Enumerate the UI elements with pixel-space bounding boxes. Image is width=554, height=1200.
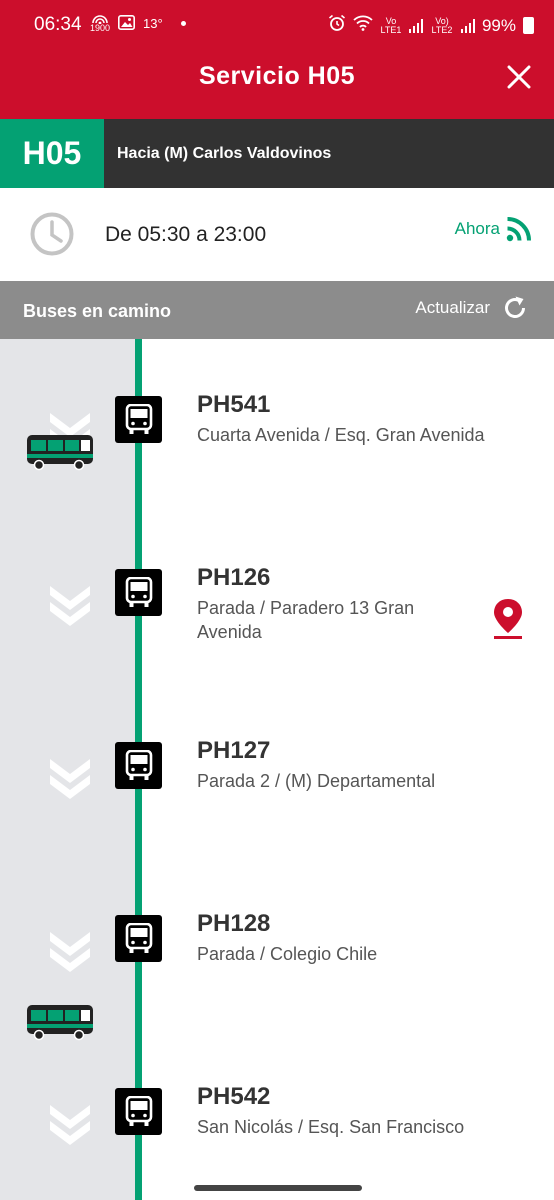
hotspot-label: 1900 [90, 23, 111, 33]
bus-stop-icon[interactable] [115, 1088, 162, 1135]
stop-name: Cuarta Avenida / Esq. Gran Avenida [197, 425, 485, 445]
stop-name: San Nicolás / Esq. San Francisco [197, 1117, 465, 1137]
now-label: Ahora [454, 219, 500, 238]
alarm-icon [328, 14, 346, 37]
close-button[interactable] [506, 64, 532, 90]
stop-code: PH127 [197, 737, 271, 764]
battery-icon [523, 17, 534, 34]
now-button[interactable]: Ahora [455, 216, 532, 242]
stop-code: PH128 [197, 910, 271, 937]
close-icon [507, 65, 531, 89]
section-title: Buses en camino [23, 301, 172, 321]
wifi-icon [353, 15, 373, 36]
stop-name: Parada / Colegio Chile [197, 944, 378, 964]
chevron-down-icon [50, 586, 90, 626]
route-destination: Hacia (M) Carlos Valdovinos [117, 144, 332, 162]
location-pin-icon[interactable] [492, 598, 524, 640]
bus-stop-icon[interactable] [115, 569, 162, 616]
chevron-down-icon [50, 759, 90, 799]
bus-stop-icon[interactable] [115, 742, 162, 789]
stop-code: PH542 [197, 1083, 271, 1110]
list-item[interactable]: PH127 Parada 2 / (M) Departamental [0, 685, 554, 858]
signal-1-icon [408, 18, 423, 33]
refresh-label: Actualizar [415, 298, 490, 317]
list-item[interactable]: PH541 Cuarta Avenida / Esq. Gran Avenida [0, 339, 554, 512]
status-temperature: 13° [143, 16, 163, 31]
stop-list: PH541 Cuarta Avenida / Esq. Gran Avenida… [0, 339, 554, 1200]
dot-icon [180, 21, 186, 26]
buses-section-header: Buses en camino Actualizar [0, 281, 554, 339]
clock-icon [30, 212, 74, 256]
gesture-bar[interactable] [194, 1185, 362, 1191]
stop-code: PH541 [197, 391, 271, 418]
hotspot-icon: 1900 [90, 14, 110, 33]
schedule-row: De 05:30 a 23:00 Ahora [0, 188, 554, 281]
list-item[interactable]: PH542 San Nicolás / Esq. San Francisco [0, 1031, 554, 1200]
chevron-down-icon [50, 1105, 90, 1145]
service-hours: De 05:30 a 23:00 [105, 223, 267, 246]
app-header: 06:34 1900 13° Vo LTE1 Vo) LTE2 99% Serv… [0, 0, 554, 119]
refresh-button[interactable]: Actualizar [415, 295, 528, 321]
bus-stop-icon[interactable] [115, 396, 162, 443]
bus-stop-icon[interactable] [115, 915, 162, 962]
route-code: H05 [0, 119, 104, 188]
chevron-down-icon [50, 932, 90, 972]
list-item[interactable]: PH126 Parada / Paradero 13 Gran Avenida [0, 512, 554, 685]
battery-text: 99% [481, 15, 516, 35]
sim2-label: Vo) LTE2 [431, 15, 453, 35]
live-signal-icon [506, 217, 531, 242]
route-banner: H05 Hacia (M) Carlos Valdovinos [0, 119, 554, 188]
stop-code: PH126 [197, 564, 271, 591]
status-time: 06:34 [34, 14, 82, 35]
gallery-icon [118, 14, 136, 33]
status-bar: 06:34 1900 13° Vo LTE1 Vo) LTE2 99% [0, 0, 554, 50]
sim1-label: Vo LTE1 [380, 15, 402, 35]
stop-name: Parada / Paradero 13 Gran Avenida [197, 598, 415, 642]
bus-icon [27, 435, 93, 471]
stop-name: Parada 2 / (M) Departamental [197, 771, 436, 791]
page-title: Servicio H05 [198, 62, 356, 90]
signal-2-icon [460, 18, 475, 33]
refresh-icon [505, 296, 525, 318]
